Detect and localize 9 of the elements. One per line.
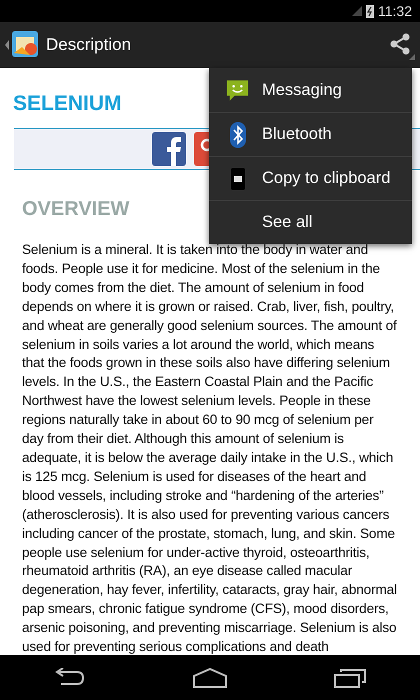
article-body: Selenium is a mineral. It is taken into the body in water and foods. People use it for medicine. Most of the selenium in the body comes from the diet. The amount of selenium in food depends on where it is grown or raised. Crab, liver, fish, poultry, and wheat are generally good selenium sources. The amount of selenium in soils varies a lot around the world, which means that the foods grown in these soils also have differing selenium levels. In the U.S., the Eastern Coastal Plain and the Pacific Northwest have the lowest selenium levels. People in these regions naturally take in about 60 to 90 mcg of selenium per day from their diet. Although this amount of selenium is adequate, it is below the average daily intake in the U.S., which is 125 mcg. Selenium is used for diseases of the heart and blood vessels, including stroke and “hardening of the arteries” (atherosclerosis). It is also used for preventing various cancers including cancer of the prostate, stomach, lung, and skin. Some people use selenium for under-active thyroid, osteoarthritis, rheumatoid arthritis (RA), an eye disease called macular degeneration, hay fever, infertility, cataracts, gray hair, abnormal pap smears, chronic fatigue syndrome (CFS), mood disorders, arsenic poisoning, and preventing miscarriage. Selenium is also used for preventing serious complications and death bbox=[22, 241, 398, 655]
menu-item[interactable]: Messaging bbox=[209, 68, 412, 112]
menu-item[interactable]: See all bbox=[209, 200, 412, 244]
screen-title: Description bbox=[46, 35, 132, 55]
status-time: 11:32 bbox=[378, 3, 412, 19]
menu-item[interactable]: Bluetooth bbox=[209, 112, 412, 156]
section-heading: OVERVIEW bbox=[22, 198, 130, 221]
article-title: SELENIUM bbox=[13, 92, 122, 116]
menu-item[interactable]: Copy to clipboard bbox=[209, 156, 412, 200]
